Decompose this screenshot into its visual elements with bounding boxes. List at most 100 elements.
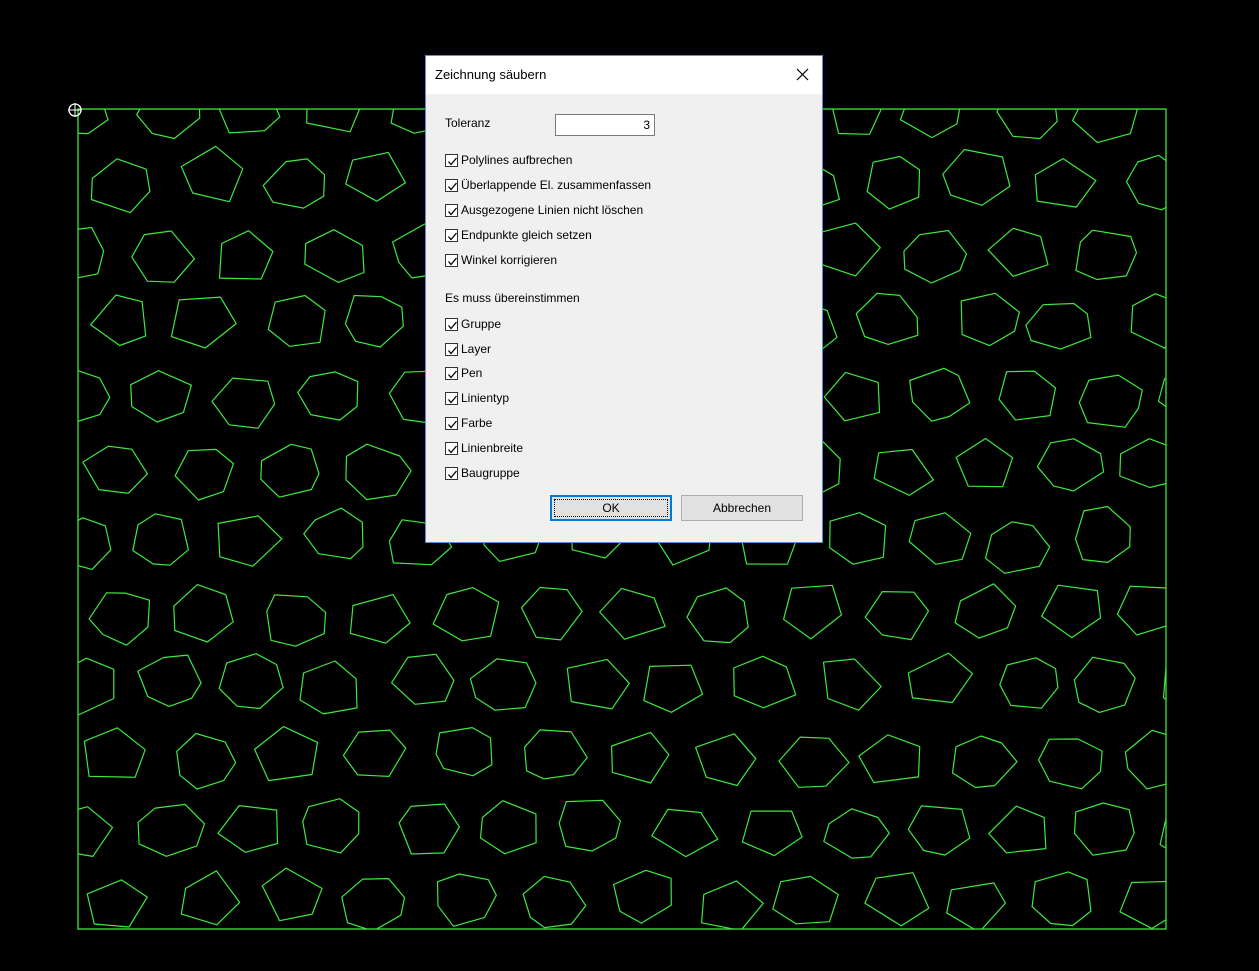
stone-outline xyxy=(951,735,1018,789)
stone-outline xyxy=(14,305,71,357)
match-label: Layer xyxy=(461,342,492,356)
stone-outline xyxy=(1166,80,1230,127)
match-gruppe[interactable]: Gruppe xyxy=(445,315,501,333)
clean-drawing-dialog: Zeichnung säubern Toleranz Polylines auf… xyxy=(425,55,823,543)
stone-outline xyxy=(822,658,882,711)
stone-outline xyxy=(180,145,244,203)
match-pen[interactable]: Pen xyxy=(445,364,482,382)
match-linientyp[interactable]: Linientyp xyxy=(445,389,509,407)
stone-outline xyxy=(299,660,358,715)
stone-outline xyxy=(217,515,283,567)
stone-outline xyxy=(345,443,412,501)
stone-outline xyxy=(0,799,23,848)
stone-outline xyxy=(469,658,537,711)
checkmark-icon xyxy=(448,207,457,216)
stone-outline xyxy=(994,946,1050,971)
checkbox[interactable] xyxy=(445,203,458,217)
checkbox[interactable] xyxy=(445,342,458,356)
checkmark-icon xyxy=(448,395,457,404)
stone-outline xyxy=(855,292,919,345)
option-label: Ausgezogene Linien nicht löschen xyxy=(461,203,644,217)
checkmark-icon xyxy=(448,370,457,379)
option-label: Polylines aufbrechen xyxy=(461,153,573,167)
stone-outline xyxy=(0,661,20,714)
stone-outline xyxy=(435,726,493,777)
stone-outline xyxy=(0,224,17,273)
match-baugruppe[interactable]: Baugruppe xyxy=(445,464,520,482)
stone-outline xyxy=(1125,154,1166,211)
stone-outline xyxy=(479,800,537,855)
option-endpunkte-gleich[interactable]: Endpunkte gleich setzen xyxy=(445,226,592,244)
option-polylines-aufbrechen[interactable]: Polylines aufbrechen xyxy=(445,151,572,169)
checkbox[interactable] xyxy=(445,228,458,242)
stone-outline xyxy=(599,587,666,640)
stone-outline xyxy=(955,437,1014,488)
stone-outline xyxy=(909,367,971,422)
match-layer[interactable]: Layer xyxy=(445,340,491,358)
stone-outline xyxy=(260,443,320,498)
checkbox[interactable] xyxy=(445,391,458,405)
option-winkel-korrigieren[interactable]: Winkel korrigieren xyxy=(445,251,557,269)
checkbox[interactable] xyxy=(445,153,458,167)
option-ausgezogene-linien[interactable]: Ausgezogene Linien nicht löschen xyxy=(445,201,643,219)
stone-outline xyxy=(302,798,360,854)
stone-outline xyxy=(942,148,1011,206)
checkbox[interactable] xyxy=(445,441,458,455)
stone-outline xyxy=(814,222,881,277)
stone-outline xyxy=(86,879,148,928)
stone-outline xyxy=(306,109,361,133)
stone-outline xyxy=(262,158,326,209)
checkbox[interactable] xyxy=(445,317,458,331)
stone-outline xyxy=(960,292,1020,347)
stone-outline xyxy=(1071,109,1138,144)
stone-outline xyxy=(1162,667,1166,701)
checkbox[interactable] xyxy=(445,253,458,267)
option-ueberlappende-zusammenfassen[interactable]: Überlappende El. zusammenfassen xyxy=(445,176,651,194)
stone-outline xyxy=(58,946,114,971)
stone-outline xyxy=(137,803,206,857)
stone-outline xyxy=(864,590,930,641)
stone-outline xyxy=(1075,229,1138,281)
checkmark-icon xyxy=(448,346,457,355)
stone-outline xyxy=(211,377,276,429)
stone-outline xyxy=(130,370,192,423)
stone-outline xyxy=(218,109,281,134)
stone-outline xyxy=(345,151,406,202)
checkbox[interactable] xyxy=(445,466,458,480)
stone-outline xyxy=(1119,880,1166,929)
match-linienbreite[interactable]: Linienbreite xyxy=(445,439,523,457)
stone-outline xyxy=(823,808,890,859)
stone-outline xyxy=(78,806,114,858)
stone-outline xyxy=(170,296,237,349)
stone-outline xyxy=(1069,945,1132,971)
stone-outline xyxy=(694,733,757,787)
match-label: Pen xyxy=(461,366,483,380)
stone-outline xyxy=(342,729,407,778)
checkbox[interactable] xyxy=(445,178,458,192)
stone-outline xyxy=(864,872,930,927)
stone-outline xyxy=(254,725,319,782)
dialog-titlebar[interactable]: Zeichnung säubern xyxy=(426,56,822,94)
stone-outline xyxy=(1116,585,1166,636)
stone-outline xyxy=(1073,656,1136,714)
match-farbe[interactable]: Farbe xyxy=(445,414,492,432)
checkbox[interactable] xyxy=(445,366,458,380)
stone-outline xyxy=(266,594,327,647)
checkbox[interactable] xyxy=(445,416,458,430)
stone-outline xyxy=(180,870,241,926)
stone-outline xyxy=(261,867,323,922)
stone-outline xyxy=(0,154,58,208)
stone-outline xyxy=(733,655,797,709)
tolerance-input[interactable] xyxy=(555,114,655,136)
stone-outline xyxy=(557,943,620,971)
tolerance-label: Toleranz xyxy=(445,116,491,130)
stone-outline xyxy=(1207,731,1259,783)
stone-outline xyxy=(266,8,325,62)
stone-outline xyxy=(1031,871,1092,927)
ok-button[interactable]: OK xyxy=(550,495,672,521)
close-button[interactable] xyxy=(784,56,822,94)
stone-outline xyxy=(388,951,453,971)
stone-outline xyxy=(772,875,839,925)
checkmark-icon xyxy=(448,445,457,454)
cancel-button[interactable]: Abbrechen xyxy=(681,495,803,521)
